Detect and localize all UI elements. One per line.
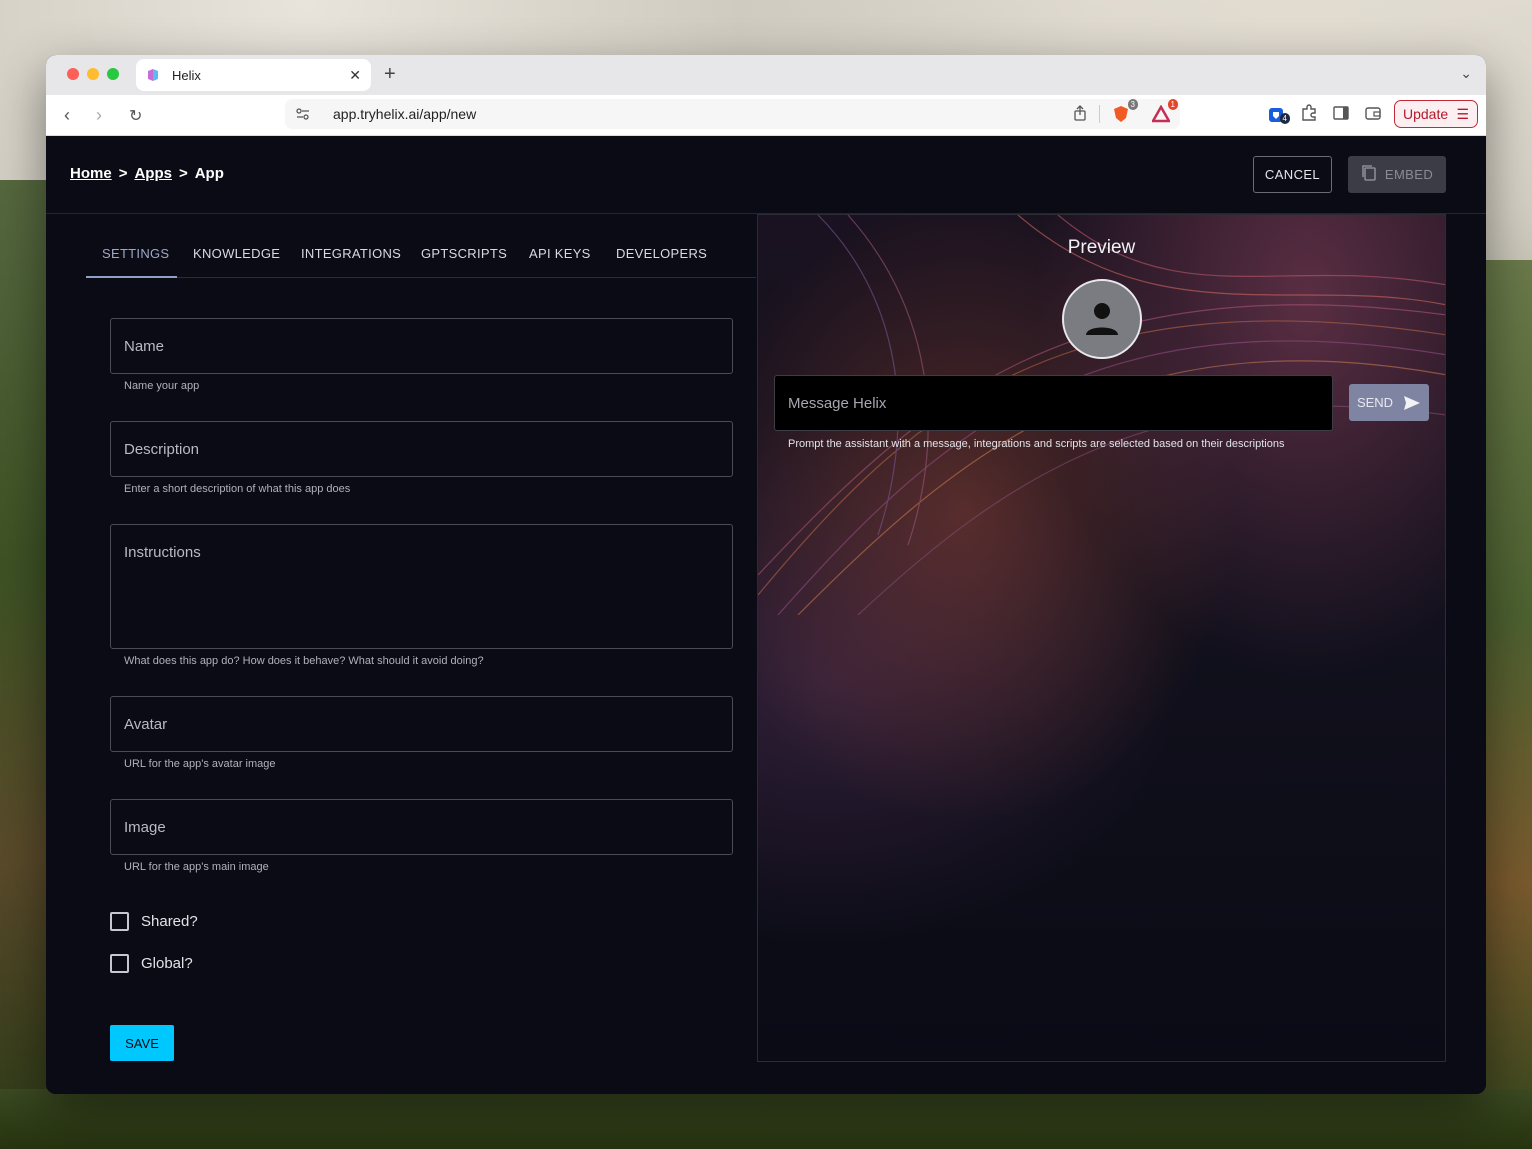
send-button[interactable]: SEND [1349,384,1429,421]
breadcrumb: Home > Apps > App [70,165,224,182]
save-button[interactable]: SAVE [110,1025,174,1061]
breadcrumb-separator: > [178,165,188,182]
close-window-button[interactable] [67,68,79,80]
background-hill-bottom [0,1089,1532,1149]
brave-rewards-badge: 1 [1167,99,1178,110]
embed-button[interactable]: EMBED [1348,156,1446,193]
tab-knowledge[interactable]: KNOWLEDGE [193,246,280,261]
preview-helper-text: Prompt the assistant with a message, int… [788,438,1285,450]
new-tab-icon[interactable]: + [384,63,396,86]
browser-toolbar: ‹ › ↻ app.tryhelix.ai/app/new 3 1 4 Upda… [46,95,1486,136]
tab-title: Helix [172,67,201,83]
browser-tab-bar: Helix ✕ + ⌄ [46,55,1486,95]
copy-icon [1361,164,1377,185]
breadcrumb-current: App [194,165,224,182]
brave-shields-icon[interactable]: 3 [1112,99,1138,123]
message-input[interactable]: Message Helix [774,375,1333,431]
embed-label: EMBED [1384,167,1434,182]
settings-panel: SETTINGS KNOWLEDGE INTEGRATIONS GPTSCRIP… [86,214,756,1061]
avatar [1062,279,1142,359]
site-settings-icon[interactable] [295,106,311,122]
breadcrumb-home-link[interactable]: Home [70,165,112,182]
send-icon [1404,395,1421,410]
cancel-button[interactable]: CANCEL [1253,156,1332,193]
address-bar[interactable]: app.tryhelix.ai/app/new 3 1 [285,99,1180,129]
menu-icon: ☰ [1456,105,1469,122]
brave-rewards-icon[interactable]: 1 [1150,99,1178,123]
tab-bar: SETTINGS KNOWLEDGE INTEGRATIONS GPTSCRIP… [86,214,756,278]
close-tab-icon[interactable]: ✕ [349,67,361,84]
share-icon[interactable] [1073,104,1087,124]
extensions-area: 4 [1268,104,1382,127]
minimize-window-button[interactable] [87,68,99,80]
active-tab-indicator [86,276,177,278]
tab-developers[interactable]: DEVELOPERS [616,246,707,261]
name-field[interactable]: Name [110,318,733,374]
sidebar-toggle-icon[interactable] [1332,104,1350,127]
description-helper: Enter a short description of what this a… [124,483,351,495]
name-helper: Name your app [124,380,200,392]
divider [1099,105,1100,123]
window-controls [67,68,119,80]
app-root: Home > Apps > App CANCEL EMBED SETTINGS … [46,136,1486,1094]
shared-checkbox[interactable]: Shared? [110,912,198,931]
background-hill-right [1482,260,1532,1149]
global-label: Global? [141,955,193,972]
image-field[interactable]: Image [110,799,733,855]
description-field[interactable]: Description [110,421,733,477]
bitwarden-extension-icon[interactable]: 4 [1268,107,1290,125]
browser-window: Helix ✕ + ⌄ ‹ › ↻ app.tryhelix.ai/app/ne… [46,55,1486,1094]
tab-settings[interactable]: SETTINGS [102,246,169,261]
global-checkbox[interactable]: Global? [110,954,193,973]
app-header: Home > Apps > App CANCEL EMBED [46,136,1486,214]
shared-checkbox-box[interactable] [110,912,129,931]
helix-favicon-icon [146,68,160,82]
tab-gptscripts[interactable]: GPTSCRIPTS [421,246,507,261]
back-icon[interactable]: ‹ [64,105,70,126]
shared-label: Shared? [141,913,198,930]
wallet-icon[interactable] [1364,104,1382,127]
avatar-helper: URL for the app's avatar image [124,758,276,770]
maximize-window-button[interactable] [107,68,119,80]
send-label: SEND [1356,395,1394,410]
brave-shields-badge: 3 [1127,99,1138,110]
tab-api-keys[interactable]: API KEYS [529,246,591,261]
breadcrumb-apps-link[interactable]: Apps [134,165,172,182]
preview-title: Preview [1067,237,1136,258]
preview-panel: Preview Message Helix SEND Prompt the as… [757,214,1446,1062]
tab-list-chevron-icon[interactable]: ⌄ [1460,65,1472,82]
image-helper: URL for the app's main image [124,861,269,873]
avatar-field[interactable]: Avatar [110,696,733,752]
extensions-puzzle-icon[interactable] [1300,104,1318,127]
forward-icon[interactable]: › [96,105,102,126]
breadcrumb-separator: > [118,165,128,182]
update-label: Update [1403,106,1449,122]
instructions-helper: What does this app do? How does it behav… [124,655,484,667]
browser-tab[interactable]: Helix ✕ [136,59,371,91]
reload-icon[interactable]: ↻ [129,106,142,126]
person-icon [1086,303,1118,335]
update-button[interactable]: Update ☰ [1394,100,1478,128]
url-text: app.tryhelix.ai/app/new [333,106,477,122]
global-checkbox-box[interactable] [110,954,129,973]
instructions-field[interactable]: Instructions [110,524,733,649]
tab-integrations[interactable]: INTEGRATIONS [301,246,401,261]
extension-badge: 4 [1279,112,1290,124]
